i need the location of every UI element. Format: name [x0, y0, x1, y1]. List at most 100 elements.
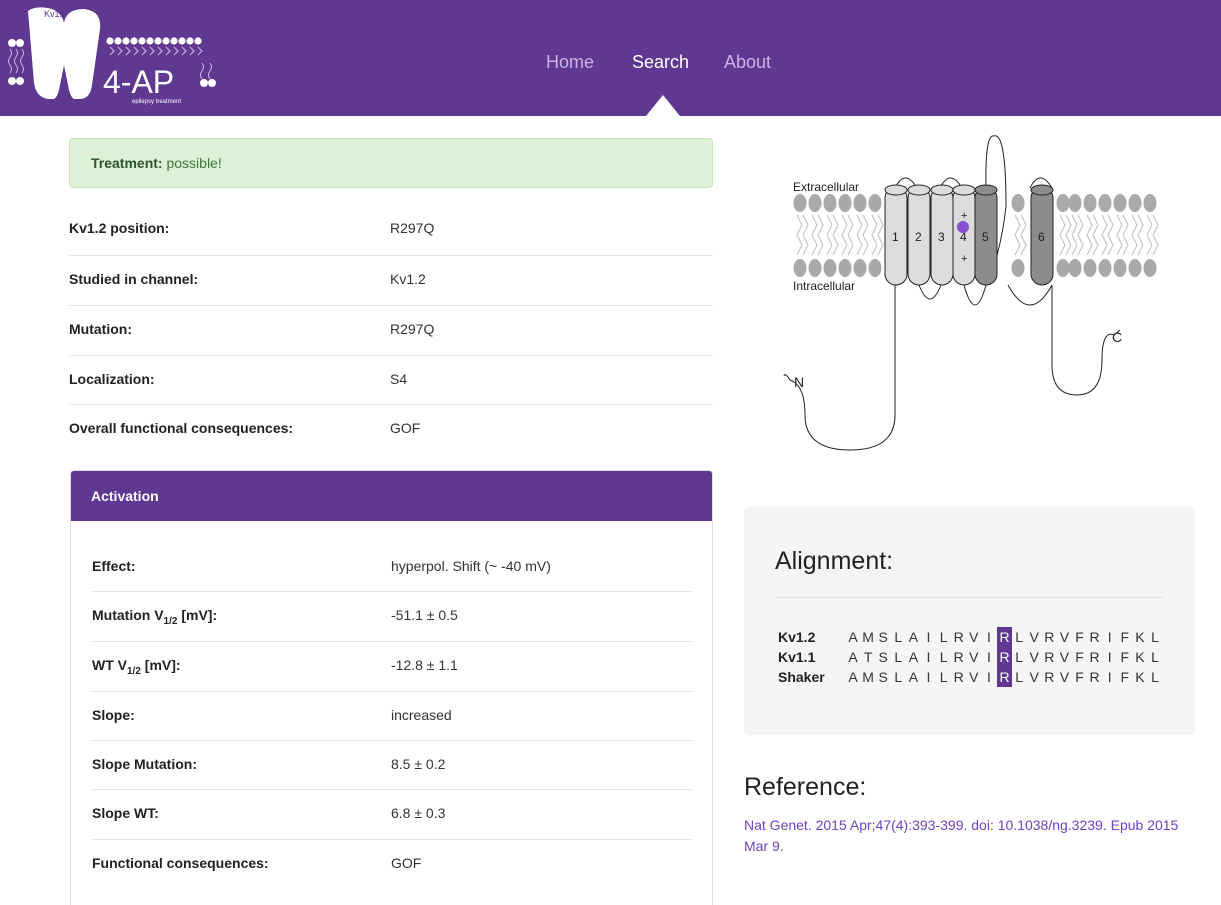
sequence-name: Kv1.2 — [778, 629, 816, 645]
reference-link[interactable]: Nat Genet. 2015 Apr;47(4):393-399. doi: … — [744, 815, 1204, 857]
lipid-head — [1056, 259, 1070, 277]
lipid-head — [1056, 194, 1070, 212]
lipid-head — [838, 194, 852, 212]
lipid-head — [823, 259, 837, 277]
channel-topology-diagram: 1 2 345 6 Extracellular Intracellular N C +… — [783, 135, 1159, 451]
residue: L — [1151, 629, 1159, 645]
info-label: Mutation: — [69, 321, 132, 337]
lipid-tail — [841, 214, 854, 256]
helix-label: 1 — [892, 230, 899, 244]
residue: V — [1029, 629, 1039, 645]
residue: V — [1029, 649, 1039, 665]
activation-value: 6.8 ± 0.3 — [391, 805, 446, 821]
helix-s1: 1 — [884, 184, 908, 286]
activation-value: -12.8 ± 1.1 — [391, 657, 458, 673]
residue: R — [1044, 629, 1055, 645]
highlighted-residue: R — [997, 667, 1012, 687]
residue: F — [1075, 629, 1084, 645]
navbar: Kv1.2 4-AP epilepsy treatment Home Searc… — [0, 0, 1221, 116]
residue: R — [953, 649, 964, 665]
lipid-head — [868, 194, 882, 212]
lipid-tail — [1071, 214, 1084, 256]
helix-s3: 3 — [930, 184, 954, 286]
activation-label: Slope: — [92, 707, 135, 723]
residue: K — [1135, 649, 1145, 665]
intracellular-label: Intracellular — [793, 279, 855, 293]
helix-label: 3 — [938, 230, 945, 244]
lipid-tail — [1059, 214, 1072, 256]
info-value: Kv1.2 — [390, 271, 426, 287]
residue: L — [1015, 629, 1023, 645]
activation-label: Slope Mutation: — [92, 756, 197, 772]
info-value: R297Q — [390, 220, 435, 236]
residue: I — [926, 649, 931, 665]
lipid-head — [838, 259, 852, 277]
helix-s2: 2 — [907, 184, 931, 286]
lipid-head — [1128, 194, 1142, 212]
residue: A — [848, 669, 858, 685]
info-row: Studied in channel: Kv1.2 — [69, 255, 713, 305]
lipid-head — [1143, 259, 1157, 277]
reference-title: Reference: — [744, 773, 867, 801]
residue: L — [1015, 649, 1023, 665]
lipid-head — [868, 259, 882, 277]
helix-s4: 4 — [952, 184, 976, 286]
residue: F — [1120, 629, 1130, 645]
residue: M — [862, 629, 874, 645]
residue: K — [1135, 629, 1145, 645]
activation-value: 8.5 ± 0.2 — [391, 756, 446, 772]
residue: L — [939, 629, 948, 645]
residue: S — [878, 669, 888, 685]
info-row: Mutation: R297Q — [69, 305, 713, 355]
info-row: Kv1.2 position: R297Q — [69, 205, 713, 255]
lipid-tail — [826, 214, 839, 256]
residue: K — [1135, 669, 1145, 685]
residue: F — [1075, 669, 1084, 685]
nav-search[interactable]: Search — [632, 50, 689, 74]
treatment-alert: Treatment: possible! — [69, 138, 713, 188]
residue: L — [894, 669, 903, 685]
residue: V — [1059, 669, 1070, 685]
activation-row: WT V1/2 [mV]: -12.8 ± 1.1 — [92, 641, 692, 691]
residue: M — [862, 669, 874, 685]
nav-about[interactable]: About — [724, 50, 771, 74]
lipid-tail — [856, 214, 869, 256]
lipid-tail — [1014, 214, 1027, 256]
residue: L — [894, 649, 903, 665]
lipid-head — [823, 194, 837, 212]
lipid-head — [853, 259, 867, 277]
residue: R — [1044, 669, 1055, 685]
residue: V — [969, 649, 979, 665]
helix-s6: 6 — [1030, 184, 1054, 286]
info-row: Overall functional consequences: GOF — [69, 404, 713, 454]
helix-s5: 5 — [974, 184, 998, 286]
activation-label: Mutation V1/2 [mV]: — [92, 607, 218, 627]
alignment-title: Alignment: — [775, 547, 894, 575]
residue: A — [908, 649, 919, 665]
residue: L — [1151, 669, 1159, 685]
lipid-head — [1011, 194, 1025, 212]
lipid-tail — [871, 214, 884, 256]
residue: A — [908, 629, 919, 645]
residue: L — [939, 669, 948, 685]
lipid-tail — [1086, 214, 1099, 256]
info-value: GOF — [390, 420, 421, 436]
lipid-head — [808, 259, 822, 277]
info-label: Overall functional consequences: — [69, 420, 294, 436]
activation-value: increased — [391, 707, 452, 723]
residue: I — [986, 649, 991, 665]
nav-home[interactable]: Home — [546, 50, 594, 74]
mutation-marker — [957, 221, 969, 233]
residue: I — [1107, 629, 1112, 645]
lipid-head — [1098, 259, 1112, 277]
lipid-head — [1068, 259, 1082, 277]
sequence-name: Shaker — [778, 669, 825, 685]
treatment-label: Treatment: — [91, 155, 163, 171]
residue: F — [1120, 649, 1130, 665]
residue: V — [1029, 669, 1039, 685]
lipid-head — [1143, 194, 1157, 212]
residue: V — [1059, 649, 1070, 665]
highlighted-residue: R — [997, 647, 1012, 667]
lipid-head — [1113, 259, 1127, 277]
lipid-tail — [1101, 214, 1114, 256]
